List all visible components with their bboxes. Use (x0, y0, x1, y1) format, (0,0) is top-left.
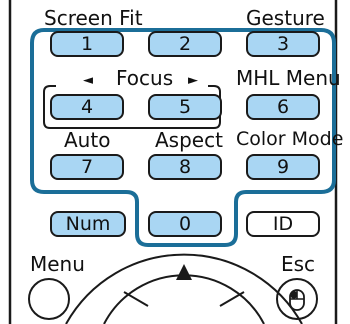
key-5[interactable]: 5 (148, 94, 222, 120)
auto-label: Auto (64, 128, 111, 152)
key-2[interactable]: 2 (148, 31, 222, 57)
up-arrow-icon (176, 264, 192, 280)
color-mode-label: Color Mode (236, 128, 344, 150)
key-3[interactable]: 3 (246, 31, 320, 57)
key-9[interactable]: 9 (246, 154, 320, 180)
menu-label: Menu (30, 252, 85, 276)
gesture-label: Gesture (246, 6, 325, 30)
num-button[interactable]: Num (50, 211, 126, 237)
key-0[interactable]: 0 (148, 211, 222, 237)
focus-right-arrow: ► (188, 73, 198, 88)
key-7[interactable]: 7 (50, 154, 124, 180)
aspect-label: Aspect (155, 128, 223, 152)
key-6[interactable]: 6 (246, 94, 320, 120)
focus-left-arrow: ◄ (83, 73, 93, 88)
esc-label: Esc (281, 252, 316, 276)
screen-fit-label: Screen Fit (44, 6, 143, 30)
key-8[interactable]: 8 (148, 154, 222, 180)
mhl-menu-label: MHL Menu (236, 66, 341, 90)
key-1[interactable]: 1 (50, 31, 124, 57)
focus-label: Focus (116, 66, 174, 90)
key-4[interactable]: 4 (50, 94, 124, 120)
id-button[interactable]: ID (246, 211, 320, 237)
menu-button[interactable] (28, 278, 70, 320)
